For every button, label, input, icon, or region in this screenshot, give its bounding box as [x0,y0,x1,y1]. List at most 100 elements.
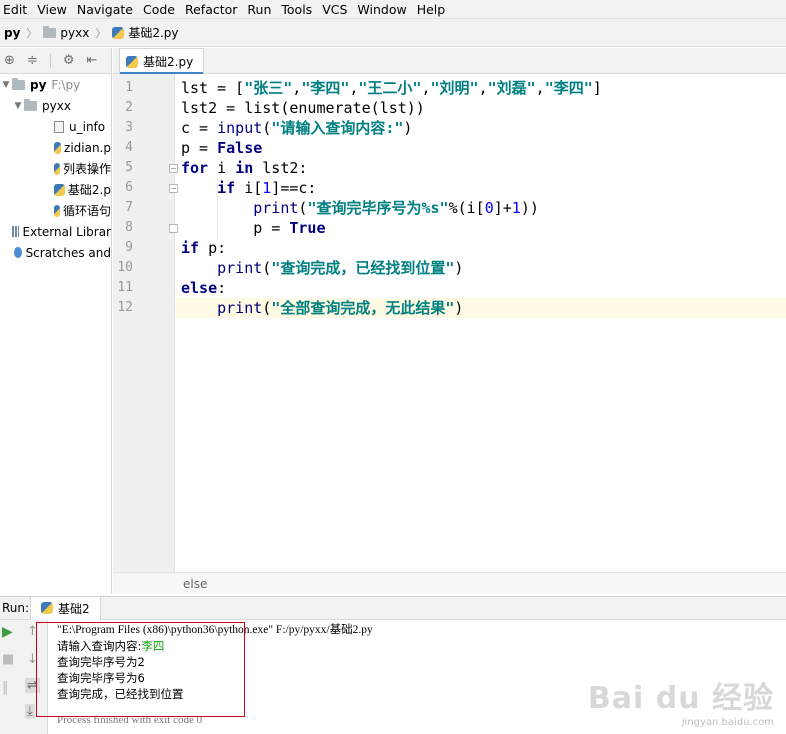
expand-arrow-icon[interactable]: ▼ [12,101,24,111]
menu-help[interactable]: Help [412,0,451,19]
run-toolbar: ▶ ↑ ■ ↓ ‖ ⇌ ⤓ [0,620,48,734]
string-literal: "李四" [301,79,350,97]
editor-tab-bar: 基础2.py [113,48,786,75]
line-number: 2 [125,100,133,115]
breadcrumb-file[interactable]: 基础2.py [108,24,182,41]
line-number: 10 [117,260,133,275]
python-file-icon [112,26,125,39]
python-file-icon [54,162,60,175]
string-literal: "刘明" [430,79,479,97]
watermark-brand: Bai du 经验 [587,681,774,716]
arrow-down-icon[interactable]: ↓ [27,652,38,667]
library-icon [12,226,19,237]
menu-view[interactable]: View [32,0,72,19]
breadcrumb-folder[interactable]: pyxx [39,25,93,40]
console-output-line: 查询完毕序号为2 [57,655,145,669]
breadcrumb-root[interactable]: py [0,26,24,40]
string-literal: "王二小" [358,79,422,97]
scroll-to-end-icon[interactable]: ⤓ [25,704,35,719]
keyword: if [217,179,236,197]
line-number: 3 [125,120,133,135]
line-number: 8 [125,220,133,235]
locate-icon[interactable]: ⊕ [4,53,15,68]
console-output-line: 查询完成，已经找到位置 [57,687,184,701]
tree-root[interactable]: ▼ py F:\py [0,74,111,95]
string-literal: "查询完成，已经找到位置" [271,259,455,277]
keyword: False [217,139,263,157]
builtin-function: print [217,259,263,277]
code-editor[interactable]: 1 2 3 4 5 6 7 8 9 10 11 12 − − lst = ["张… [113,74,786,572]
menu-code[interactable]: Code [138,0,180,19]
line-number: 1 [125,80,133,95]
menu-tools[interactable]: Tools [276,0,317,19]
line-number: 7 [125,200,133,215]
fold-icon[interactable] [169,224,178,233]
tree-scratches[interactable]: Scratches and [0,242,111,263]
line-number: 11 [117,280,133,295]
code-line-7: print("查询完毕序号为%s"%(i[0]+1)) [253,199,539,217]
project-tool-window: ⊕ ≑ ⚙ ⇤ ▼ py F:\py ▼ pyxx u_info zidian.… [0,48,112,594]
python-file-icon [41,602,53,614]
expand-arrow-icon[interactable]: ▼ [0,80,12,90]
code-line-6: if i[1]==c: [217,179,317,197]
menu-navigate[interactable]: Navigate [72,0,138,19]
tree-external-libraries[interactable]: External Librar [0,221,111,242]
string-literal: "李四" [544,79,593,97]
run-tab[interactable]: 基础2 [30,596,101,620]
string-literal: "全部查询完成，无此结果" [271,299,455,317]
console-exit-line: Process finished with exit code 0 [57,714,203,726]
rerun-icon[interactable]: ▶ [2,624,13,640]
string-literal: "张三" [244,79,293,97]
keyword: in [235,159,254,177]
fold-icon[interactable]: − [169,164,178,173]
number-literal: 0 [484,199,494,217]
keyword: True [289,219,326,237]
tree-file[interactable]: zidian.p [0,137,111,158]
code-line-11: else: [181,279,227,297]
tree-folder-pyxx[interactable]: ▼ pyxx [0,95,111,116]
watermark: Bai du 经验 jingyan.baidu.com [588,673,774,728]
console-output-line: 查询完毕序号为6 [57,671,145,685]
collapse-icon[interactable]: ≑ [27,53,38,68]
console-command: "E:\Program Files (x86)\python36\python.… [57,624,373,636]
string-literal: "请输入查询内容:" [271,119,404,137]
number-literal: 1 [511,199,521,217]
tree-file[interactable]: 基础2.p [0,179,111,200]
gear-icon[interactable]: ⚙ [63,53,75,68]
fold-icon[interactable]: − [169,184,178,193]
soft-wrap-icon[interactable]: ⇌ [25,678,40,693]
number-literal: 1 [262,179,272,197]
code-line-2: lst2 = list(enumerate(lst)) [181,99,425,117]
code-line-12: print("全部查询完成，无此结果") [217,299,464,317]
menu-vcs[interactable]: VCS [317,0,352,19]
tree-file[interactable]: 循环语句 [0,200,111,221]
keyword: else [181,279,218,297]
stop-icon[interactable]: ■ [2,652,14,667]
code-line-10: print("查询完成，已经找到位置") [217,259,464,277]
keyword: if [181,239,200,257]
line-number: 12 [117,300,133,315]
editor-tab-active[interactable]: 基础2.py [119,48,205,75]
pause-icon[interactable]: ‖ [2,680,9,695]
tree-file[interactable]: 列表操作 [0,158,111,179]
python-file-icon [54,204,60,217]
menu-edit[interactable]: Edit [0,0,32,19]
code-line-3: c = input("请输入查询内容:") [181,119,413,137]
hide-icon[interactable]: ⇤ [86,53,97,68]
folder-icon [12,77,25,90]
menu-run[interactable]: Run [242,0,276,19]
editor-breadcrumb-status[interactable]: else [113,572,786,594]
folder-icon [24,98,37,111]
menu-bar: Edit View Navigate Code Refactor Run Too… [0,0,786,19]
menu-window[interactable]: Window [352,0,411,19]
code-line-9: if p: [181,239,227,257]
run-tool-header: Run: 基础2 [0,596,786,620]
code-line-4: p = False [181,139,263,157]
arrow-up-icon[interactable]: ↑ [27,624,38,639]
builtin-function: input [217,119,263,137]
menu-refactor[interactable]: Refactor [180,0,242,19]
line-number: 9 [125,240,133,255]
code-line-8: p = True [181,219,326,237]
tree-file[interactable]: u_info [0,116,111,137]
string-literal: "刘磊" [487,79,536,97]
